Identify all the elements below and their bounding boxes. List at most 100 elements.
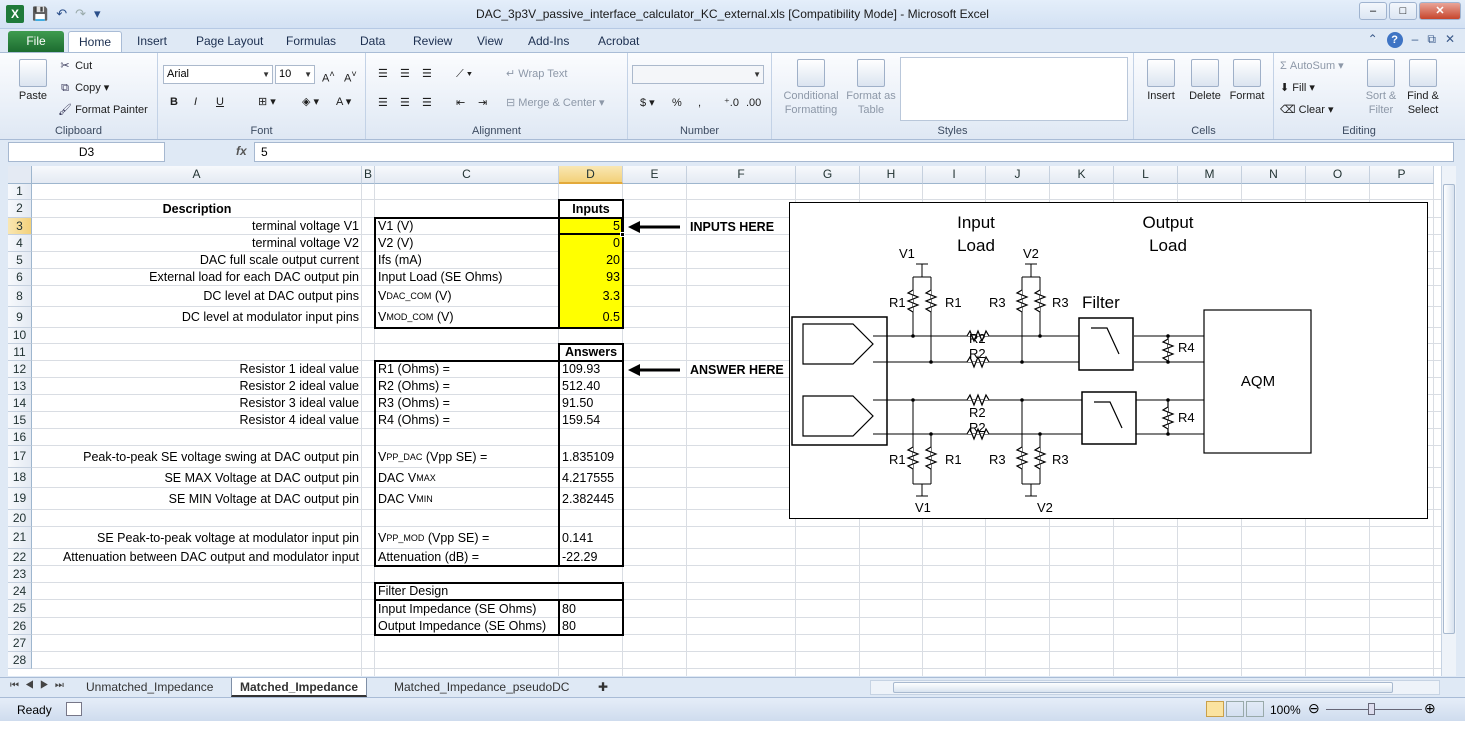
tab-acrobat[interactable]: Acrobat xyxy=(588,31,649,52)
format-painter-button[interactable]: 🖌 Format Painter xyxy=(58,103,148,117)
cut-button[interactable]: ✂ Cut xyxy=(58,59,92,73)
doc-minimize-icon[interactable]: – xyxy=(1412,32,1419,48)
description-header[interactable]: Description xyxy=(32,200,362,218)
comma-button[interactable]: , xyxy=(698,96,701,110)
minimize-ribbon-icon[interactable]: ⌃ xyxy=(1368,32,1378,48)
orientation-icon[interactable]: ⟋ ▾ xyxy=(456,67,472,81)
column-header-i[interactable]: I xyxy=(923,166,986,184)
answer-value[interactable]: 4.217555 xyxy=(559,468,623,488)
column-header-e[interactable]: E xyxy=(623,166,687,184)
italic-button[interactable]: I xyxy=(194,95,197,109)
input-description[interactable]: terminal voltage V1 xyxy=(32,218,362,235)
filter-design-value[interactable]: 80 xyxy=(559,600,623,618)
column-header-l[interactable]: L xyxy=(1114,166,1178,184)
zoom-level[interactable]: 100% xyxy=(1270,703,1301,717)
tab-file[interactable]: File xyxy=(8,31,64,52)
minimize-button[interactable]: – xyxy=(1359,2,1387,20)
doc-restore-icon[interactable]: ⧉ xyxy=(1427,32,1436,48)
fx-icon[interactable]: fx xyxy=(236,142,247,160)
fill-color-button[interactable]: ◈ ▾ xyxy=(302,95,319,109)
answer-value[interactable]: 159.54 xyxy=(559,412,623,429)
zoom-out-icon[interactable]: ⊖ xyxy=(1308,700,1320,717)
tab-data[interactable]: Data xyxy=(350,31,395,52)
normal-view-icon[interactable] xyxy=(1206,701,1224,717)
input-description[interactable]: DAC full scale output current xyxy=(32,252,362,269)
sort-filter-button[interactable]: Sort & Filter xyxy=(1360,59,1402,117)
row-header-22[interactable]: 22 xyxy=(8,549,32,566)
row-header-12[interactable]: 12 xyxy=(8,361,32,378)
column-header-m[interactable]: M xyxy=(1178,166,1242,184)
tab-home[interactable]: Home xyxy=(68,31,123,52)
row-header-15[interactable]: 15 xyxy=(8,412,32,429)
find-select-button[interactable]: Find & Select xyxy=(1402,59,1444,117)
answer-description[interactable]: Resistor 3 ideal value xyxy=(32,395,362,412)
column-header-n[interactable]: N xyxy=(1242,166,1306,184)
fill-button[interactable]: ⬇ Fill ▾ xyxy=(1280,81,1315,95)
currency-button[interactable]: $ ▾ xyxy=(640,96,655,110)
row-header-21[interactable]: 21 xyxy=(8,527,32,549)
macro-record-icon[interactable] xyxy=(66,702,82,716)
sheet-nav-arrows[interactable]: ⏮◀▶⏭ xyxy=(10,680,70,691)
row-header-26[interactable]: 26 xyxy=(8,618,32,635)
answer-value[interactable]: -22.29 xyxy=(559,549,623,566)
doc-close-icon[interactable]: ✕ xyxy=(1445,32,1455,48)
worksheet-grid[interactable]: ABCDEFGHIJKLMNOP 1 2 3 4 5 6 8 9 10 11 12 13 14 15 16 1… xyxy=(8,166,1454,676)
answer-value[interactable]: 512.40 xyxy=(559,378,623,395)
input-label[interactable]: V2 (V) xyxy=(375,235,559,252)
row-header-25[interactable]: 25 xyxy=(8,600,32,618)
borders-button[interactable]: ⊞ ▾ xyxy=(258,95,276,109)
filter-design-title[interactable]: Filter Design xyxy=(375,583,559,600)
row-header-16[interactable]: 16 xyxy=(8,429,32,446)
tab-add-ins[interactable]: Add-Ins xyxy=(518,31,579,52)
answer-value[interactable]: 91.50 xyxy=(559,395,623,412)
page-layout-view-icon[interactable] xyxy=(1226,701,1244,717)
format-as-table-button[interactable]: Format as Table xyxy=(846,59,896,117)
decrease-indent-icon[interactable]: ⇤ xyxy=(456,96,465,110)
row-header-4[interactable]: 4 xyxy=(8,235,32,252)
row-header-23[interactable]: 23 xyxy=(8,566,32,583)
help-icon[interactable]: ? xyxy=(1386,32,1403,48)
decrease-decimal-icon[interactable]: .00 xyxy=(746,96,761,110)
conditional-formatting-button[interactable]: Conditional Formatting xyxy=(778,59,844,117)
font-size-select[interactable]: 10 ▼ xyxy=(275,65,315,84)
answer-description[interactable]: SE Peak-to-peak voltage at modulator inp… xyxy=(32,527,362,549)
input-value[interactable]: 0.5 xyxy=(559,307,623,328)
answer-label[interactable]: DAC V MAX xyxy=(375,468,559,488)
input-label[interactable]: V1 (V) xyxy=(375,218,559,235)
input-value[interactable]: 93 xyxy=(559,269,623,286)
increase-indent-icon[interactable]: ⇥ xyxy=(478,96,487,110)
row-header-6[interactable]: 6 xyxy=(8,269,32,286)
filter-design-label[interactable]: Input Impedance (SE Ohms) xyxy=(375,600,559,618)
row-header-9[interactable]: 9 xyxy=(8,307,32,328)
increase-decimal-icon[interactable]: ⁺.0 xyxy=(724,96,739,110)
row-header-19[interactable]: 19 xyxy=(8,488,32,510)
input-label[interactable]: Ifs (mA) xyxy=(375,252,559,269)
copy-button[interactable]: ⧉ Copy ▾ xyxy=(58,81,109,95)
answer-description[interactable]: Resistor 1 ideal value xyxy=(32,361,362,378)
column-header-c[interactable]: C xyxy=(375,166,559,184)
answer-description[interactable]: Resistor 4 ideal value xyxy=(32,412,362,429)
page-break-view-icon[interactable] xyxy=(1246,701,1264,717)
row-header-2[interactable]: 2 xyxy=(8,200,32,218)
row-header-8[interactable]: 8 xyxy=(8,286,32,307)
horizontal-scrollbar[interactable] xyxy=(870,680,1440,695)
new-sheet-icon[interactable]: ✚ xyxy=(590,678,616,697)
merge-center-button[interactable]: ⊟ Merge & Center ▾ xyxy=(506,96,605,110)
row-header-24[interactable]: 24 xyxy=(8,583,32,600)
answer-label[interactable]: R3 (Ohms) = xyxy=(375,395,559,412)
grow-font-button[interactable]: A˄ xyxy=(322,67,335,86)
answer-label[interactable]: R2 (Ohms) = xyxy=(375,378,559,395)
number-format-select[interactable]: ▼ xyxy=(632,65,764,84)
answer-value[interactable]: 1.835109 xyxy=(559,446,623,468)
autosum-button[interactable]: Σ AutoSum ▾ xyxy=(1280,59,1344,73)
row-header-20[interactable]: 20 xyxy=(8,510,32,527)
underline-button[interactable]: U xyxy=(216,95,224,109)
answer-label[interactable]: V PP_MOD (Vpp SE) = xyxy=(375,527,559,549)
name-box[interactable]: D3 xyxy=(8,142,165,162)
inputs-header[interactable]: Inputs xyxy=(559,200,623,218)
align-top-icon[interactable]: ☰ xyxy=(378,67,388,81)
format-cells-button[interactable]: Format xyxy=(1226,59,1268,103)
row-header-17[interactable]: 17 xyxy=(8,446,32,468)
align-left-icon[interactable]: ☰ xyxy=(378,96,388,110)
column-header-h[interactable]: H xyxy=(860,166,923,184)
